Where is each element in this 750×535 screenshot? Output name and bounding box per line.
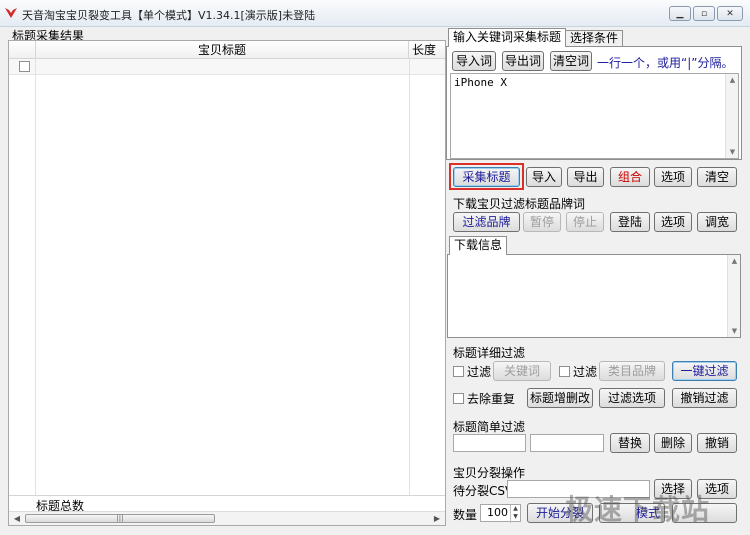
column-divider	[35, 59, 36, 495]
download-info-box[interactable]: ▲ ▼	[447, 254, 741, 338]
one-key-filter-button[interactable]: 一键过滤	[672, 361, 737, 381]
app-logo-icon	[5, 8, 17, 18]
title-edit-button[interactable]: 标题增删改	[527, 388, 593, 408]
results-grid[interactable]: 宝贝标题 长度 标题总数 ◀ ||| ▶	[8, 40, 446, 526]
close-button[interactable]: ✕	[717, 6, 743, 21]
replace-text-input[interactable]	[530, 434, 604, 452]
table-row[interactable]	[9, 59, 445, 75]
widen-button[interactable]: 调宽	[697, 212, 737, 232]
window-title: 天音淘宝宝贝裂变工具【单个模式】V1.34.1[演示版]未登陆	[22, 9, 316, 22]
keyword-text: iPhone X	[454, 76, 507, 89]
quantity-label: 数量	[453, 508, 478, 522]
clear-words-button[interactable]: 清空词	[550, 51, 592, 71]
grid-header: 宝贝标题 长度	[9, 41, 445, 59]
horizontal-scrollbar[interactable]: ◀ ||| ▶	[9, 511, 445, 525]
delete-button[interactable]: 删除	[654, 433, 692, 453]
export-words-button[interactable]: 导出词	[502, 51, 544, 71]
dedupe-checkbox[interactable]: 去除重复	[453, 390, 515, 407]
keyword-panel: 导入词 导出词 清空词 一行一个，或用“|”分隔。 iPhone X ▲ ▼	[446, 46, 742, 160]
grid-footer: 标题总数	[9, 495, 445, 513]
undo-filter-button[interactable]: 撤销过滤	[672, 388, 737, 408]
tab-select-conditions[interactable]: 选择条件	[565, 30, 624, 46]
keyword-button[interactable]: 关键词	[493, 361, 551, 381]
close-icon: ✕	[726, 8, 734, 19]
brand-options-button[interactable]: 选项	[654, 212, 692, 232]
combine-button[interactable]: 组合	[610, 167, 650, 187]
undo-button[interactable]: 撤销	[697, 433, 737, 453]
category-brand-button[interactable]: 类目品牌	[599, 361, 665, 381]
scroll-down-icon[interactable]: ▼	[726, 148, 739, 156]
minimize-button[interactable]: ▁	[669, 6, 691, 21]
maximize-icon: ▫	[700, 8, 708, 19]
login-button[interactable]: 登陆	[610, 212, 650, 232]
simple-filter-label: 标题简单过滤	[453, 420, 526, 434]
csv-label: 待分裂CSV	[453, 484, 514, 498]
options-button[interactable]: 选项	[654, 167, 692, 187]
collect-titles-button[interactable]: 采集标题	[453, 167, 520, 187]
filter-category-checkbox[interactable]: 过滤	[559, 363, 597, 380]
keyword-textarea[interactable]: iPhone X ▲ ▼	[450, 73, 739, 159]
filter-options-button[interactable]: 过滤选项	[599, 388, 665, 408]
scroll-right-icon[interactable]: ▶	[430, 513, 444, 525]
row-checkbox[interactable]	[19, 61, 30, 72]
scroll-up-icon[interactable]: ▲	[728, 257, 741, 265]
import-button[interactable]: 导入	[526, 167, 562, 187]
scroll-down-icon[interactable]: ▼	[728, 327, 741, 335]
scroll-up-icon[interactable]: ▲	[726, 76, 739, 84]
scrollbar-thumb[interactable]: |||	[25, 514, 215, 523]
keyword-hint: 一行一个，或用“|”分隔。	[597, 56, 734, 70]
filter-brand-button[interactable]: 过滤品牌	[453, 212, 520, 232]
detail-filter-label: 标题详细过滤	[453, 346, 526, 360]
vertical-scrollbar[interactable]: ▲ ▼	[727, 255, 740, 337]
scroll-left-icon[interactable]: ◀	[10, 513, 24, 525]
vertical-scrollbar[interactable]: ▲ ▼	[725, 74, 738, 158]
clear-button[interactable]: 清空	[697, 167, 737, 187]
minimize-icon: ▁	[676, 8, 684, 19]
column-divider	[409, 59, 410, 495]
quantity-stepper[interactable]: 100 ▲ ▼	[480, 504, 521, 523]
find-text-input[interactable]	[453, 434, 526, 452]
quantity-value: 100	[487, 506, 508, 519]
stop-button[interactable]: 停止	[566, 212, 604, 232]
stepper-arrows[interactable]: ▲ ▼	[510, 505, 520, 523]
maximize-button[interactable]: ▫	[693, 6, 715, 21]
column-header-length[interactable]: 长度	[409, 41, 445, 59]
column-header-title[interactable]: 宝贝标题	[35, 41, 409, 59]
brand-filter-label: 下载宝贝过滤标题品牌词	[453, 197, 586, 211]
tab-download-info[interactable]: 下载信息	[449, 236, 508, 255]
pause-button[interactable]: 暂停	[523, 212, 561, 232]
filter-keyword-checkbox[interactable]: 过滤	[453, 363, 491, 380]
split-section-label: 宝贝分裂操作	[453, 466, 526, 480]
import-words-button[interactable]: 导入词	[452, 51, 496, 71]
tab-keyword-collect[interactable]: 输入关键词采集标题	[448, 28, 567, 47]
export-button[interactable]: 导出	[567, 167, 604, 187]
replace-button[interactable]: 替换	[610, 433, 650, 453]
watermark-text: 极速下载站	[565, 493, 711, 526]
title-bar: 天音淘宝宝贝裂变工具【单个模式】V1.34.1[演示版]未登陆 ▁ ▫ ✕	[0, 0, 750, 27]
